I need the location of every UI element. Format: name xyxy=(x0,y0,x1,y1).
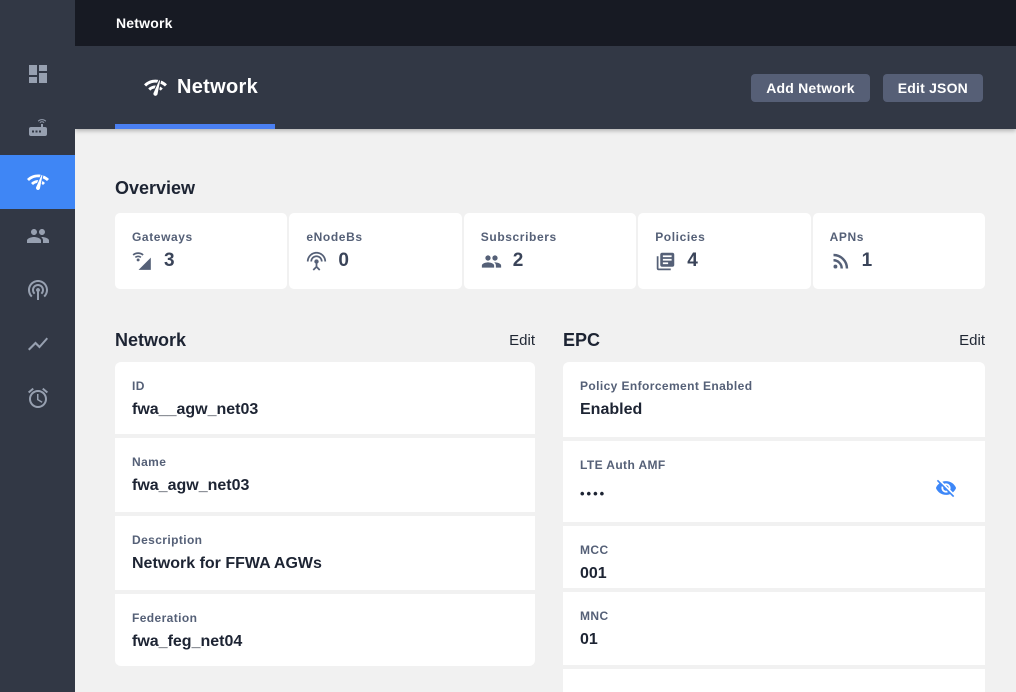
header-buttons: Add Network Edit JSON xyxy=(751,73,983,102)
field-label: ID xyxy=(132,379,145,393)
field-label: LTE Auth AMF xyxy=(580,458,666,472)
masked-field-value: •••• xyxy=(580,486,607,501)
field-row-policy-enforcement: Policy Enforcement Enabled Enabled xyxy=(563,362,985,437)
field-row-lte-auth-amf: LTE Auth AMF •••• xyxy=(563,441,985,522)
field-value: fwa_feg_net04 xyxy=(132,633,243,650)
field-row-description: Description Network for FFWA AGWs xyxy=(115,516,535,590)
field-label: Description xyxy=(132,533,203,547)
page-header: Network Add Network Edit JSON xyxy=(75,46,1016,129)
sidebar-item-tracing[interactable] xyxy=(0,263,75,317)
sidebar-item-alerts[interactable] xyxy=(0,371,75,425)
stat-label: Gateways xyxy=(132,230,193,244)
visibility-off-icon xyxy=(935,477,957,499)
field-label: Policy Enforcement Enabled xyxy=(580,379,753,393)
field-value: Network for FFWA AGWs xyxy=(132,555,322,572)
stat-label: Policies xyxy=(655,230,706,244)
epc-field-list: Policy Enforcement Enabled Enabled LTE A… xyxy=(563,362,985,692)
field-label: MCC xyxy=(580,543,609,557)
sidebar-item-network[interactable] xyxy=(0,155,75,209)
sidebar-item-metrics[interactable] xyxy=(0,317,75,371)
network-section-title: Network xyxy=(115,329,187,350)
people-icon xyxy=(481,251,502,272)
rss-feed-icon xyxy=(830,251,851,272)
epc-edit-button[interactable]: Edit xyxy=(959,332,985,349)
stat-value: 4 xyxy=(687,250,698,271)
stat-card-subscribers: Subscribers 2 xyxy=(463,213,637,289)
network-wifi-icon xyxy=(143,75,168,100)
metrics-chart-icon xyxy=(26,332,50,356)
stat-card-gateways: Gateways 3 xyxy=(115,213,288,289)
field-label: Federation xyxy=(132,611,198,625)
field-label: Name xyxy=(132,455,167,469)
stat-value: 0 xyxy=(338,250,349,271)
topbar-title: Network xyxy=(116,15,173,31)
overview-stats: Gateways 3 eNodeBs 0 Subscribers 2 Polic… xyxy=(115,213,985,289)
network-field-list: ID fwa__agw_net03 Name fwa_agw_net03 Des… xyxy=(115,362,535,666)
edit-json-button[interactable]: Edit JSON xyxy=(882,73,983,102)
stat-label: eNodeBs xyxy=(306,230,363,244)
page-title: Network xyxy=(177,76,259,98)
page-title-wrap: Network xyxy=(143,75,258,100)
sidebar-item-equipment[interactable] xyxy=(0,101,75,155)
epc-section: EPC Edit Policy Enforcement Enabled Enab… xyxy=(563,330,985,692)
field-row-mnc: MNC 01 xyxy=(563,592,985,665)
field-row-partial xyxy=(563,669,985,692)
dashboard-icon xyxy=(26,62,50,86)
stat-value: 2 xyxy=(512,250,524,271)
router-icon xyxy=(26,116,50,140)
library-books-icon xyxy=(655,251,676,272)
main-content: Overview Gateways 3 eNodeBs 0 Subscriber… xyxy=(75,129,1016,692)
field-row-federation: Federation fwa_feg_net04 xyxy=(115,594,535,666)
add-network-button[interactable]: Add Network xyxy=(751,73,870,102)
stat-value: 3 xyxy=(164,250,175,271)
field-row-id: ID fwa__agw_net03 xyxy=(115,362,535,434)
sidebar xyxy=(0,0,75,692)
stat-value: 1 xyxy=(861,250,873,271)
toggle-visibility-button[interactable] xyxy=(935,477,957,499)
podcasts-icon xyxy=(26,278,50,302)
field-value: Enabled xyxy=(580,401,643,418)
field-row-mcc: MCC 001 xyxy=(563,526,985,588)
field-label: MNC xyxy=(580,609,609,623)
topbar: Network xyxy=(75,0,1016,46)
network-wifi-icon xyxy=(26,170,50,194)
app-root: Network Network Add Network Edit JSON Ov… xyxy=(0,0,1016,692)
sidebar-item-subscribers[interactable] xyxy=(0,209,75,263)
network-edit-button[interactable]: Edit xyxy=(509,332,535,349)
stat-card-policies: Policies 4 xyxy=(638,213,811,289)
network-section: Network Edit ID fwa__agw_net03 Name fwa_… xyxy=(115,330,535,692)
field-value: fwa__agw_net03 xyxy=(132,401,259,418)
antenna-icon xyxy=(306,251,327,272)
cell-wifi-icon xyxy=(132,251,153,272)
stat-card-apns: APNs 1 xyxy=(812,213,985,289)
stat-label: APNs xyxy=(829,230,865,244)
active-tab-indicator xyxy=(115,124,275,129)
overview-heading: Overview xyxy=(115,178,196,198)
field-value: fwa_agw_net03 xyxy=(132,477,250,494)
stat-label: Subscribers xyxy=(480,230,557,244)
detail-sections: Network Edit ID fwa__agw_net03 Name fwa_… xyxy=(115,330,985,692)
stat-card-enodebs: eNodeBs 0 xyxy=(289,213,462,289)
field-value: 001 xyxy=(580,565,607,582)
sidebar-item-dashboard[interactable] xyxy=(0,47,75,101)
field-value: 01 xyxy=(580,631,598,648)
epc-section-title: EPC xyxy=(563,329,601,350)
alarm-icon xyxy=(26,386,50,410)
field-row-name: Name fwa_agw_net03 xyxy=(115,438,535,512)
people-icon xyxy=(26,224,50,248)
